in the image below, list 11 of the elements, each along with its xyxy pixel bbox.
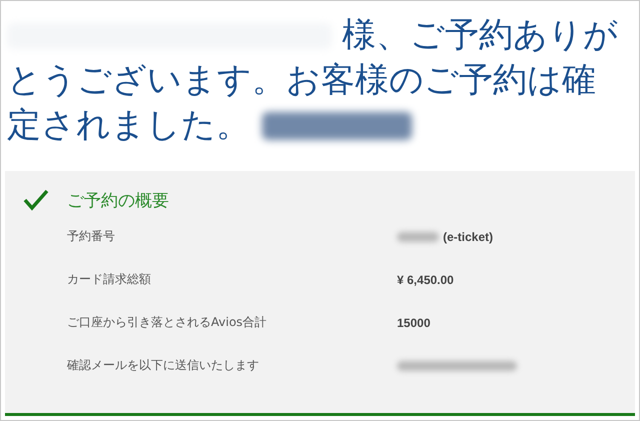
field-label: ご口座から引き落とされるAvios合計	[66, 314, 268, 331]
field-label: 確認メールを以下に送信いたします	[66, 357, 260, 374]
field-label: 予約番号	[66, 228, 116, 245]
field-value: ¥ 6,450.00	[397, 272, 454, 286]
message-text: 定されました。	[7, 104, 250, 147]
message-text: とうございます。お客様のご予約は確	[7, 59, 596, 102]
field-value: 15000	[397, 316, 430, 330]
field-value: (e-ticket)	[443, 230, 494, 244]
summary-title: ご予約の概要	[67, 190, 169, 212]
field-label: カード請求総額	[66, 271, 152, 288]
message-text: 様、ご予約ありが	[342, 14, 618, 57]
